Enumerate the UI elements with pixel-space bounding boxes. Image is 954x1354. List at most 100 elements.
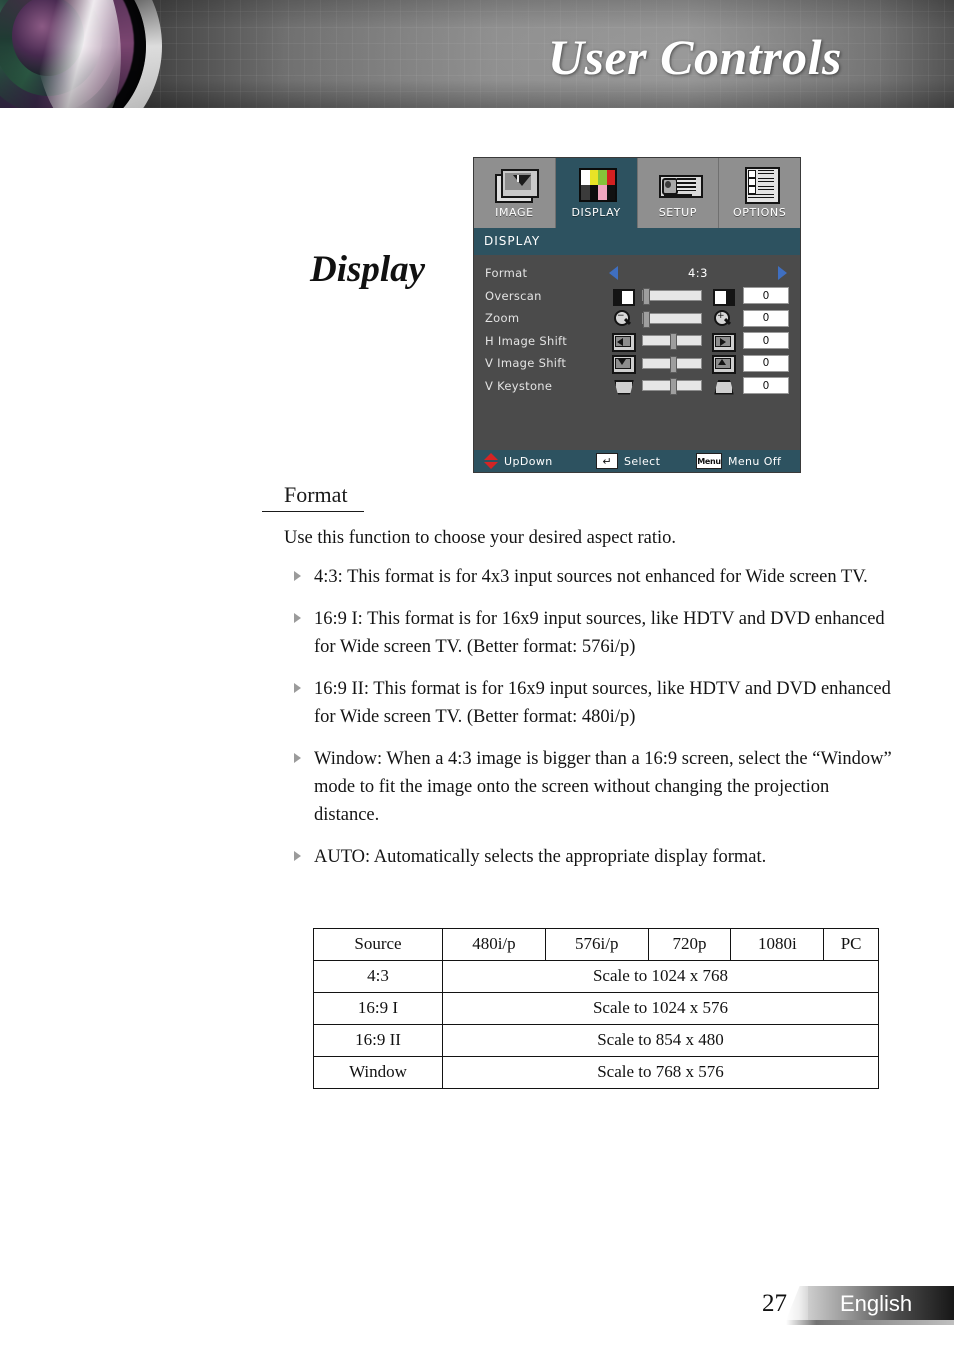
table-row: 4:3 Scale to 1024 x 768 xyxy=(313,960,879,993)
overscan-wide-icon xyxy=(709,288,735,306)
list-item: Window: When a 4:3 image is bigger than … xyxy=(262,745,892,829)
table-row: 16:9 I Scale to 1024 x 576 xyxy=(313,992,879,1025)
osd-footer-label: Select xyxy=(624,454,661,468)
osd-row-v-keystone[interactable]: V Keystone 0 xyxy=(474,375,800,398)
section-heading-format: Format xyxy=(284,482,348,507)
overscan-value[interactable]: 0 xyxy=(743,287,789,305)
osd-row-label: Overscan xyxy=(485,288,542,303)
arrow-right-icon[interactable] xyxy=(777,266,787,281)
keystone-narrow-top-icon xyxy=(609,378,635,395)
osd-footer-menu-off[interactable]: Menu Menu Off xyxy=(696,453,781,469)
table-header-cell: PC xyxy=(823,928,879,961)
osd-body: Format 4:3 Overscan 0 Zoom − + 0 H Image… xyxy=(474,255,800,450)
osd-menu: IMAGE DISPLAY SETUP OPTIONS DISPLAY Form… xyxy=(474,158,800,472)
osd-footer-updown[interactable]: UpDown xyxy=(484,453,596,469)
osd-footer-select[interactable]: ↵ Select xyxy=(596,453,696,469)
section-display-title: Display xyxy=(310,249,426,290)
zoom-value[interactable]: 0 xyxy=(743,309,789,327)
v-keystone-slider[interactable] xyxy=(642,378,702,396)
osd-row-v-image-shift[interactable]: V Image Shift 0 xyxy=(474,352,800,375)
format-scaling-table: Source 480i/p 576i/p 720p 1080i PC 4:3 S… xyxy=(313,928,879,1089)
bullet-triangle-icon xyxy=(294,753,301,763)
h-image-shift-slider[interactable] xyxy=(642,333,702,351)
table-row: 16:9 II Scale to 854 x 480 xyxy=(313,1024,879,1057)
checklist-icon xyxy=(737,164,783,204)
format-value: 4:3 xyxy=(687,266,708,281)
v-keystone-value[interactable]: 0 xyxy=(743,377,789,395)
keystone-wide-top-icon xyxy=(709,378,735,395)
list-item-text: 4:3: This format is for 4x3 input source… xyxy=(314,567,868,587)
image-stack-icon xyxy=(491,164,540,204)
osd-menu-title: DISPLAY xyxy=(474,228,800,255)
format-bullet-list: 4:3: This format is for 4x3 input source… xyxy=(262,563,892,871)
osd-row-h-image-shift[interactable]: H Image Shift 0 xyxy=(474,330,800,353)
osd-tab-display[interactable]: DISPLAY xyxy=(555,158,638,228)
osd-row-label: Format xyxy=(485,266,528,281)
osd-row-label: H Image Shift xyxy=(485,333,568,348)
shift-down-icon xyxy=(609,355,636,375)
footer-shadow xyxy=(786,1320,954,1325)
osd-footer-label: UpDown xyxy=(504,454,553,468)
table-header-cell: 720p xyxy=(647,928,732,961)
bullet-triangle-icon xyxy=(294,851,301,861)
list-item-text: 16:9 II: This format is for 16x9 input s… xyxy=(314,679,891,727)
h-image-shift-value[interactable]: 0 xyxy=(743,332,789,350)
overscan-narrow-icon xyxy=(609,288,635,306)
shift-left-icon xyxy=(609,332,636,352)
shift-right-icon xyxy=(709,332,736,352)
osd-row-zoom[interactable]: Zoom − + 0 xyxy=(474,307,800,330)
osd-row-label: Zoom xyxy=(485,311,520,326)
table-cell-scale: Scale to 1024 x 576 xyxy=(442,992,879,1025)
camera-lens-icon xyxy=(0,0,162,108)
osd-tab-label: DISPLAY xyxy=(571,206,621,219)
menu-key-icon: Menu xyxy=(696,453,722,469)
footer-language: English xyxy=(840,1291,913,1316)
osd-footer-label: Menu Off xyxy=(728,454,782,468)
overscan-slider[interactable] xyxy=(642,288,702,306)
footer-bar-tab xyxy=(786,1286,808,1320)
osd-row-overscan[interactable]: Overscan 0 xyxy=(474,285,800,308)
bullet-triangle-icon xyxy=(294,613,301,623)
format-section: Format Use this function to choose your … xyxy=(262,482,892,885)
list-item: 4:3: This format is for 4x3 input source… xyxy=(262,563,892,591)
zoom-slider[interactable] xyxy=(642,310,702,328)
table-cell-source: 4:3 xyxy=(313,960,443,993)
page-footer: 27 English xyxy=(0,1286,954,1326)
table-header-cell: 576i/p xyxy=(544,928,649,961)
list-item-text: 16:9 I: This format is for 16x9 input so… xyxy=(314,609,885,657)
osd-footer-bar: UpDown ↵ Select Menu Menu Off xyxy=(474,450,800,472)
section-intro-text: Use this function to choose your desired… xyxy=(284,528,676,548)
osd-tab-label: IMAGE xyxy=(495,206,534,219)
table-header-cell: 1080i xyxy=(730,928,825,961)
table-cell-source: Window xyxy=(313,1056,443,1089)
osd-row-format[interactable]: Format 4:3 xyxy=(474,262,800,285)
format-scaling-table-wrapper: Source 480i/p 576i/p 720p 1080i PC 4:3 S… xyxy=(313,928,879,1089)
table-cell-scale: Scale to 768 x 576 xyxy=(442,1056,879,1089)
list-item-text: AUTO: Automatically selects the appropri… xyxy=(314,847,767,867)
osd-tab-label: OPTIONS xyxy=(732,206,787,219)
arrow-left-icon[interactable] xyxy=(609,266,618,281)
osd-tab-setup[interactable]: SETUP xyxy=(638,158,720,228)
up-down-arrows-icon xyxy=(484,453,498,469)
osd-tab-options[interactable]: OPTIONS xyxy=(719,158,800,228)
list-item-text: Window: When a 4:3 image is bigger than … xyxy=(314,749,892,825)
page-header: User Controls xyxy=(0,0,954,108)
table-cell-scale: Scale to 854 x 480 xyxy=(442,1024,879,1057)
bullet-triangle-icon xyxy=(294,571,301,581)
list-item: 16:9 I: This format is for 16x9 input so… xyxy=(262,605,892,661)
osd-row-label: V Keystone xyxy=(485,378,553,393)
page-title: User Controls xyxy=(547,29,842,85)
osd-tab-image[interactable]: IMAGE xyxy=(474,158,556,228)
list-item: 16:9 II: This format is for 16x9 input s… xyxy=(262,675,892,731)
enter-key-icon: ↵ xyxy=(596,453,618,469)
table-header-cell: Source xyxy=(313,928,443,961)
v-image-shift-slider[interactable] xyxy=(642,355,702,373)
projector-icon xyxy=(655,164,703,204)
shift-up-icon xyxy=(709,355,736,375)
color-bars-icon xyxy=(573,164,619,204)
zoom-in-icon: + xyxy=(709,310,735,327)
osd-row-label: V Image Shift xyxy=(485,356,567,371)
table-header-cell: 480i/p xyxy=(442,928,546,961)
table-cell-source: 16:9 I xyxy=(313,992,443,1025)
v-image-shift-value[interactable]: 0 xyxy=(743,354,789,372)
